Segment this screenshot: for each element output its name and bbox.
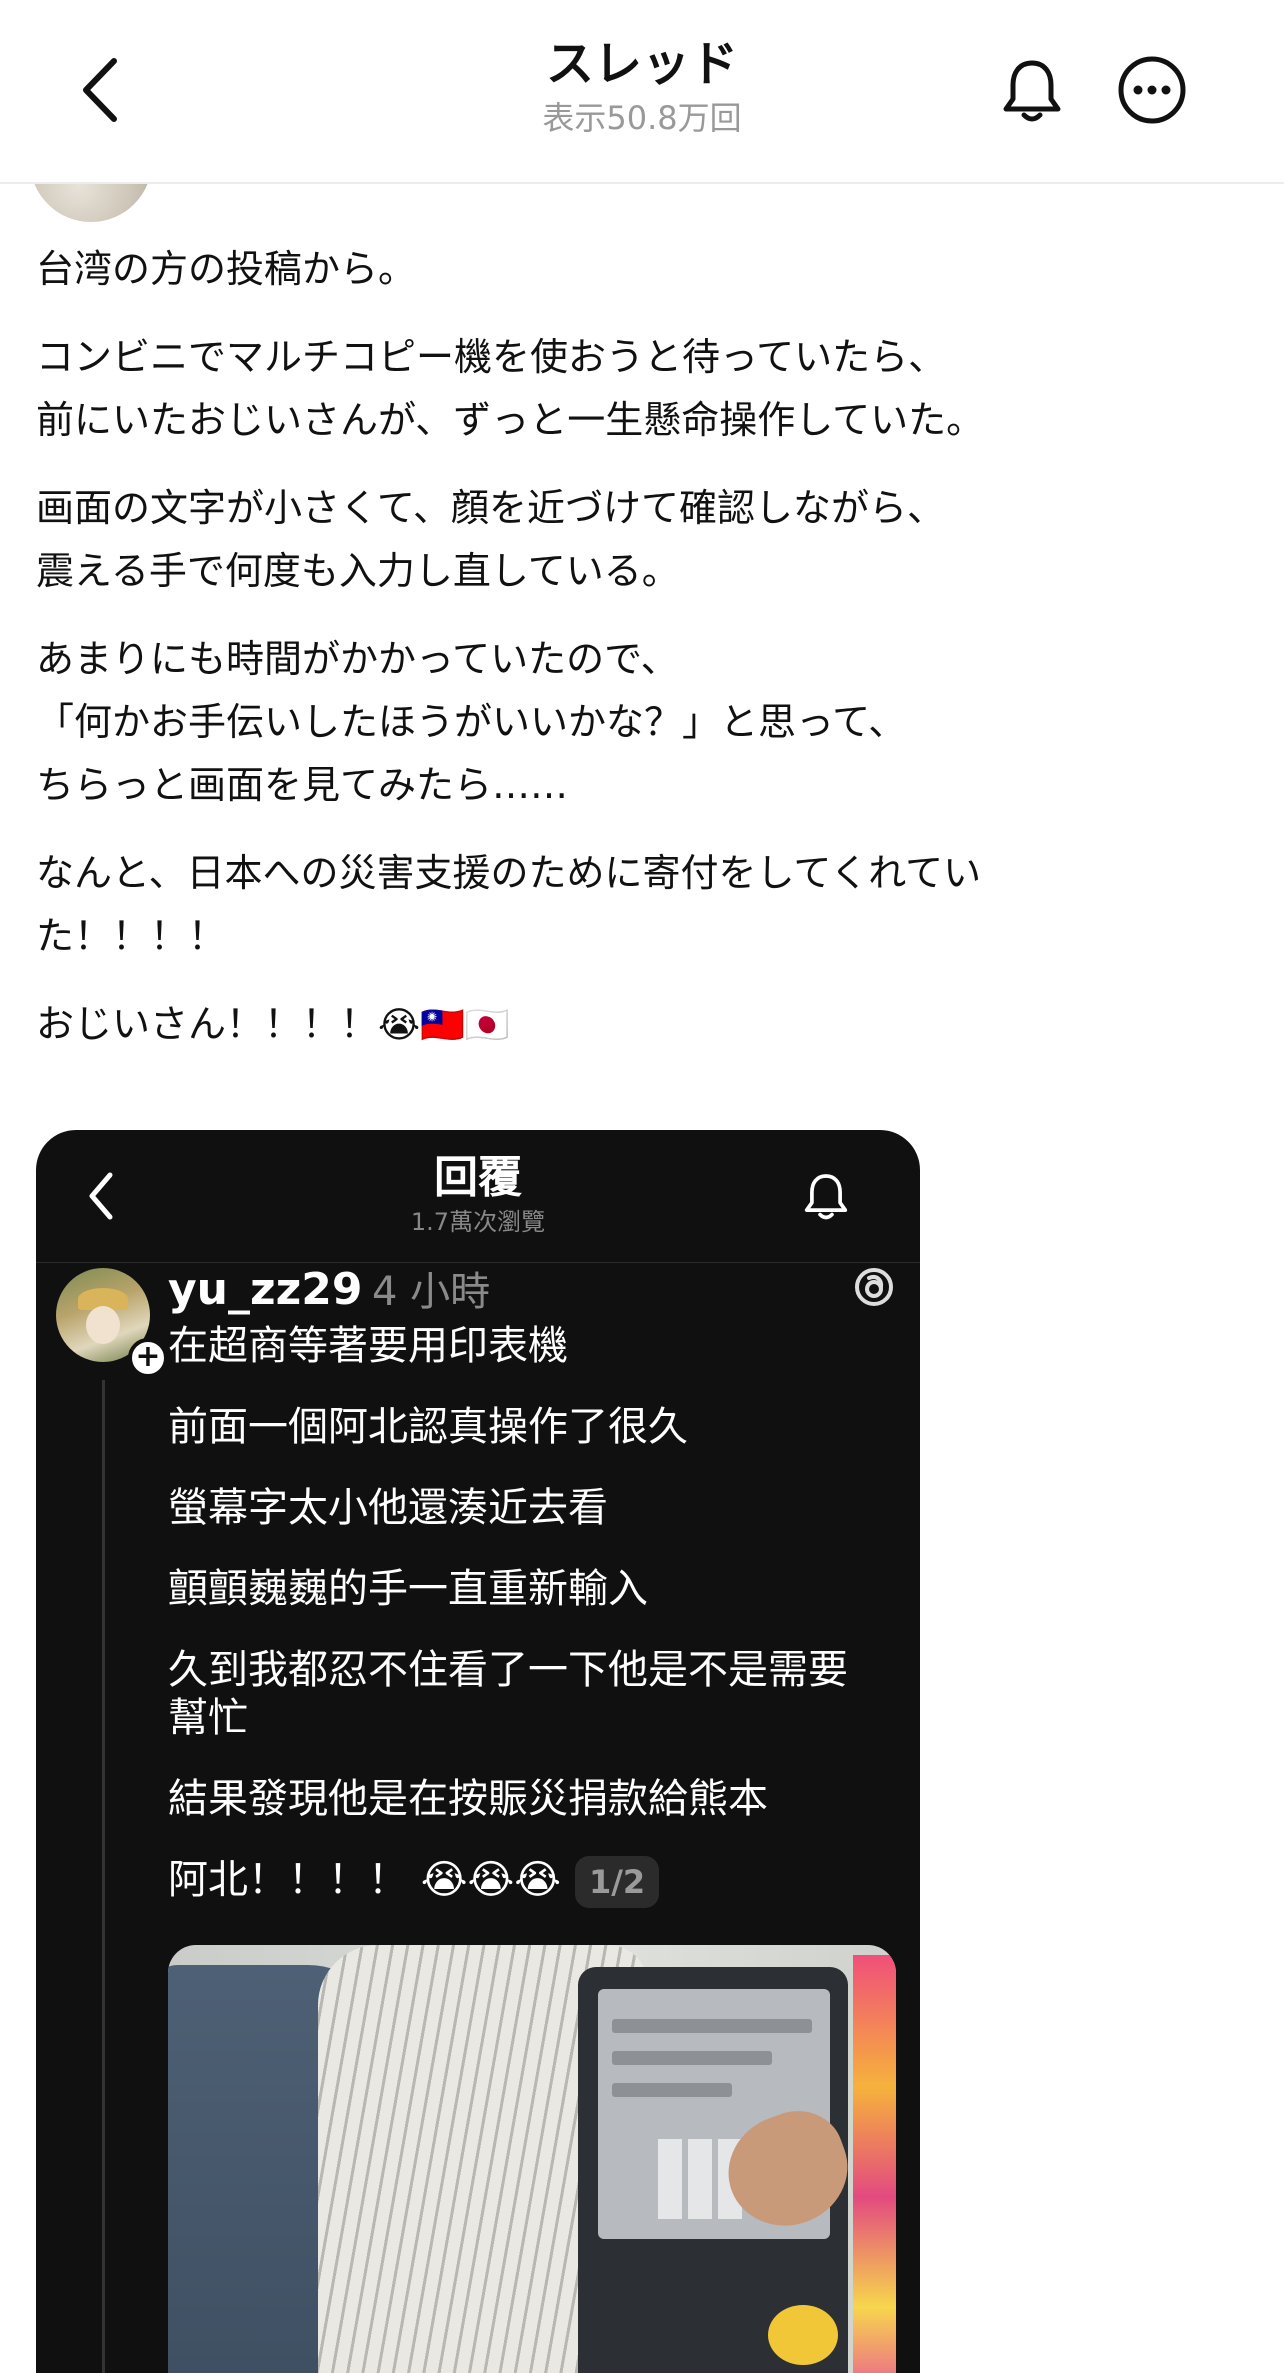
embedded-view-count: 1.7萬次瀏覽 <box>410 1208 546 1236</box>
embedded-line-last: 阿北！！！！ 😭😭😭 1/2 <box>168 1856 888 1908</box>
post-paragraph: 台湾の方の投稿から。 <box>36 247 417 291</box>
embedded-title-block: 回覆 1.7萬次瀏覽 <box>278 1150 678 1238</box>
embedded-line: 前面一個阿北認真操作了很久 <box>168 1404 688 1450</box>
bell-icon <box>804 1174 848 1220</box>
post-paragraph-text: おじいさん！！！！ <box>36 1002 379 1046</box>
avatar-face-shape <box>86 1306 120 1344</box>
embedded-line: 在超商等著要用印表機 <box>168 1323 568 1369</box>
page-title: スレッド <box>545 36 738 92</box>
bell-icon <box>1003 60 1061 122</box>
post-paragraph: 画面の文字が小さくて、顔を近づけて確認しながら、 震える手で何度も入力し直してい… <box>36 486 945 593</box>
notifications-button[interactable] <box>990 48 1074 132</box>
page-indicator-badge: 1/2 <box>574 1856 660 1908</box>
embedded-post-text: 在超商等著要用印表機 前面一個阿北認真操作了很久 螢幕字太小他還湊近去看 顫顫巍… <box>168 1322 888 1941</box>
photo-screen-bar <box>612 2019 812 2033</box>
embedded-bell-icon <box>796 1166 856 1226</box>
photo-poster-shape <box>853 1955 896 2373</box>
embedded-username: yu_zz29 <box>168 1264 363 1315</box>
emoji-group: 😭🇹🇼🇯🇵 <box>378 1005 510 1046</box>
more-options-button[interactable] <box>1110 48 1194 132</box>
embedded-line: 顫顫巍巍的手一直重新輸入 <box>168 1566 648 1612</box>
view-count: 表示50.8万回 <box>542 99 742 137</box>
embedded-screenshot[interactable]: 回覆 1.7萬次瀏覽 + yu_zz29 4 小時 在超商等著要用印表機 前面一… <box>36 1130 920 2373</box>
photo-screen-bar <box>612 2051 772 2065</box>
embedded-timestamp: 4 小時 <box>372 1269 491 1315</box>
post-paragraph: なんと、日本への災害支援のために寄付をしてくれてい た！！！！ <box>36 851 982 958</box>
embedded-follow-badge: + <box>128 1338 168 1378</box>
thread-line <box>102 1380 105 2373</box>
chevron-left-icon <box>83 58 117 122</box>
embedded-title: 回覆 <box>434 1152 522 1203</box>
embedded-line-text: 阿北！！！！ 😭😭😭 <box>168 1857 561 1903</box>
post-paragraph: あまりにも時間がかかっていたので、 「何かお手伝いしたほうがいいかな？」と思って… <box>36 637 907 807</box>
embedded-photo <box>168 1945 896 2373</box>
embedded-line: 螢幕字太小他還湊近去看 <box>168 1485 608 1531</box>
post-body: 台湾の方の投稿から。 コンビニでマルチコピー機を使おうと待っていたら、 前にいた… <box>36 238 1216 1082</box>
embedded-back-icon <box>76 1166 126 1226</box>
back-button[interactable] <box>60 45 140 135</box>
threads-logo-icon <box>855 1268 893 1306</box>
post-paragraph: コンビニでマルチコピー機を使おうと待っていたら、 前にいたおじいさんが、ずっと一… <box>36 335 985 442</box>
photo-sticker-shape <box>768 2305 838 2365</box>
embedded-line: 久到我都忍不住看了一下他是不是需要幫忙 <box>168 1647 848 1741</box>
photo-screen-bar <box>612 2083 732 2097</box>
embedded-header: 回覆 1.7萬次瀏覽 <box>36 1130 920 1263</box>
chevron-left-icon <box>89 1172 113 1220</box>
embedded-line: 結果發現他是在按賑災捐款給熊本 <box>168 1776 768 1822</box>
title-block: スレッド 表示50.8万回 <box>392 32 892 140</box>
post-paragraph-last: おじいさん！！！！😭🇹🇼🇯🇵 <box>36 993 1216 1057</box>
top-bar: スレッド 表示50.8万回 <box>0 0 1284 184</box>
more-horizontal-icon <box>1118 56 1186 124</box>
